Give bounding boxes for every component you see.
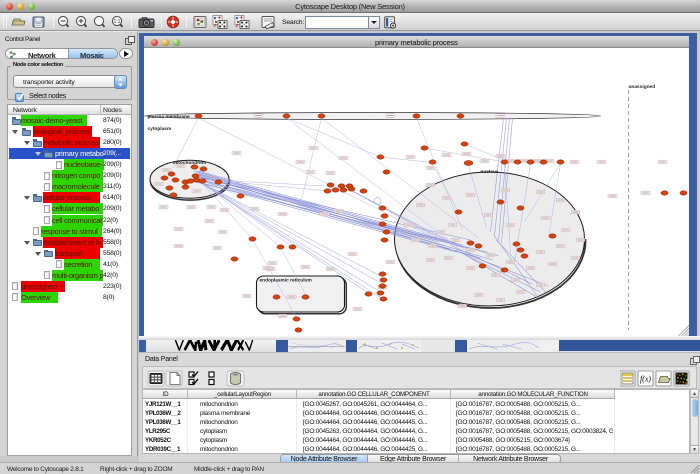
svg-text:endoplasmic reticulum: endoplasmic reticulum bbox=[259, 278, 311, 284]
svg-text:unassigned: unassigned bbox=[628, 84, 655, 90]
svg-text:nucleus: nucleus bbox=[480, 169, 498, 175]
svg-text:1:1: 1:1 bbox=[114, 19, 121, 25]
svg-text:cytoplasm: cytoplasm bbox=[147, 126, 171, 132]
svg-text:plasma membrane: plasma membrane bbox=[147, 114, 189, 120]
svg-text:f(x): f(x) bbox=[640, 375, 651, 384]
